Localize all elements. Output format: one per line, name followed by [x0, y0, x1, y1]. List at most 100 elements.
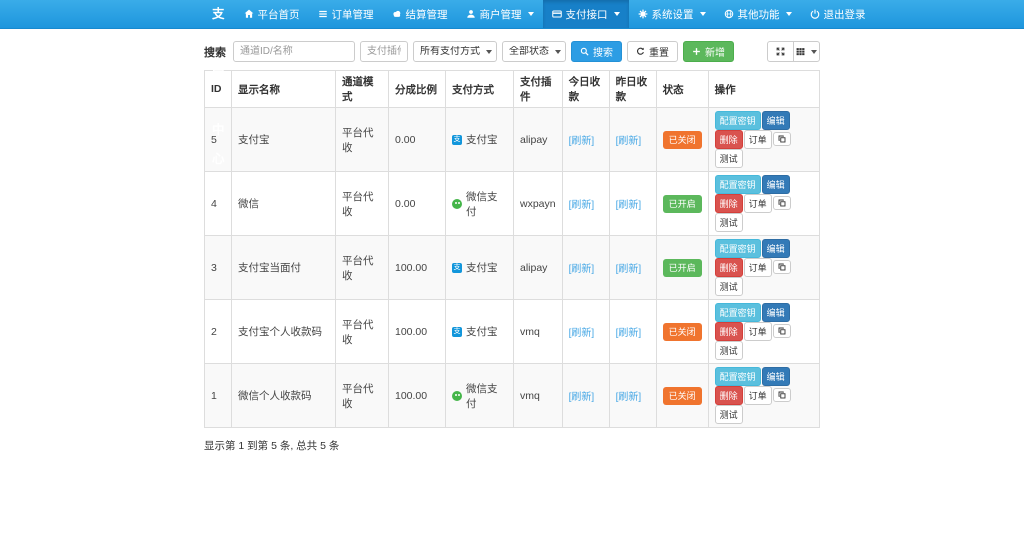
edit-button[interactable]: 编辑 — [761, 367, 790, 386]
copy-icon — [778, 263, 786, 271]
col-header-today: 今日收款 — [561, 70, 610, 108]
yesterday-refresh-link[interactable]: [刷新] — [616, 264, 642, 275]
copy-button[interactable] — [772, 132, 791, 146]
alipay-icon: 支 — [452, 262, 462, 273]
plugin-search-input[interactable] — [360, 41, 408, 62]
copy-icon — [778, 135, 786, 143]
nav-item-platform-home[interactable]: 平台首页 — [235, 0, 309, 28]
fullscreen-button[interactable] — [767, 41, 794, 62]
status-badge[interactable]: 已关闭 — [662, 322, 702, 341]
status-badge[interactable]: 已关闭 — [662, 130, 702, 149]
fullscreen-icon — [776, 47, 785, 56]
table-tools — [767, 41, 820, 62]
table-row: 5 支付宝 平台代收 0.00 支支付宝 alipay [刷新] [刷新] 已关… — [204, 107, 821, 172]
test-button[interactable]: 测试 — [714, 277, 743, 296]
search-label: 搜索 — [204, 46, 226, 59]
copy-button[interactable] — [772, 324, 791, 338]
table-row: 1 微信个人收款码 平台代收 100.00 微信支付 vmq [刷新] [刷新]… — [204, 363, 821, 428]
nav-item-payment-interface[interactable]: 支付接口 — [542, 0, 629, 28]
pagination-summary: 显示第 1 到第 5 条, 总共 5 条 — [204, 440, 340, 452]
search-icon — [580, 47, 589, 56]
chevron-down-icon — [699, 12, 706, 16]
edit-button[interactable]: 编辑 — [761, 303, 790, 322]
status-select[interactable]: 全部状态 — [502, 41, 566, 62]
col-header-yesterday: 昨日收款 — [608, 70, 657, 108]
nav-item-merchant-management[interactable]: 商户管理 — [457, 0, 543, 28]
chevron-down-icon — [613, 12, 620, 16]
app-title[interactable]: 支付管理中心 — [202, 0, 235, 166]
today-refresh-link[interactable]: [刷新] — [569, 328, 595, 339]
top-navbar: 支付管理中心 平台首页 订单管理 结算管理 商户管理 支付接口 系统设置 其他功… — [0, 0, 1024, 166]
col-header-plugin: 支付插件 — [513, 70, 563, 108]
search-button[interactable]: 搜索 — [571, 41, 622, 62]
list-icon — [318, 10, 327, 18]
columns-toggle-button[interactable] — [793, 41, 820, 62]
chevron-down-icon — [811, 49, 817, 54]
test-button[interactable]: 测试 — [714, 213, 743, 232]
credit-card-icon — [551, 10, 562, 18]
today-refresh-link[interactable]: [刷新] — [569, 200, 595, 211]
delete-button[interactable]: 删除 — [714, 322, 743, 341]
alipay-icon: 支 — [452, 326, 462, 337]
edit-button[interactable]: 编辑 — [761, 239, 790, 258]
edit-button[interactable]: 编辑 — [761, 111, 790, 130]
config-key-button[interactable]: 配置密钥 — [714, 367, 761, 386]
yesterday-refresh-link[interactable]: [刷新] — [616, 136, 642, 147]
config-key-button[interactable]: 配置密钥 — [714, 303, 761, 322]
status-badge[interactable]: 已开启 — [662, 258, 702, 277]
nav-item-order-management[interactable]: 订单管理 — [309, 0, 383, 28]
main-content: 搜索 所有支付方式 全部状态 搜索 重置 新增 — [204, 29, 821, 453]
nav-item-settlement-management[interactable]: 结算管理 — [383, 0, 457, 28]
wechat-pay-icon — [452, 198, 462, 209]
delete-button[interactable]: 删除 — [714, 130, 743, 149]
cloud-icon — [392, 10, 400, 17]
test-button[interactable]: 测试 — [714, 149, 743, 168]
col-header-name: 显示名称 — [231, 70, 336, 108]
reset-button[interactable]: 重置 — [627, 41, 678, 62]
grid-columns-icon — [796, 48, 805, 56]
add-button[interactable]: 新增 — [683, 41, 734, 62]
test-button[interactable]: 测试 — [714, 341, 743, 360]
edit-button[interactable]: 编辑 — [761, 175, 790, 194]
today-refresh-link[interactable]: [刷新] — [569, 264, 595, 275]
test-button[interactable]: 测试 — [714, 405, 743, 424]
channel-search-input[interactable] — [233, 41, 355, 62]
yesterday-refresh-link[interactable]: [刷新] — [616, 392, 642, 403]
nav-item-logout[interactable]: 退出登录 — [801, 0, 875, 28]
orders-button[interactable]: 订单 — [743, 194, 772, 213]
yesterday-refresh-link[interactable]: [刷新] — [616, 200, 642, 211]
copy-icon — [778, 391, 786, 399]
wechat-pay-icon — [452, 390, 462, 401]
config-key-button[interactable]: 配置密钥 — [714, 111, 761, 130]
refresh-icon — [636, 47, 644, 55]
user-icon — [466, 10, 475, 18]
delete-button[interactable]: 删除 — [714, 258, 743, 277]
copy-button[interactable] — [772, 196, 791, 210]
copy-button[interactable] — [772, 388, 791, 402]
pay-method-select[interactable]: 所有支付方式 — [413, 41, 497, 62]
col-header-actions: 操作 — [707, 70, 821, 108]
home-icon — [244, 9, 253, 18]
config-key-button[interactable]: 配置密钥 — [714, 175, 761, 194]
today-refresh-link[interactable]: [刷新] — [569, 136, 595, 147]
main-menu: 平台首页 订单管理 结算管理 商户管理 支付接口 系统设置 其他功能 退出登录 — [235, 0, 875, 28]
orders-button[interactable]: 订单 — [743, 130, 772, 149]
status-badge[interactable]: 已开启 — [662, 194, 702, 213]
orders-button[interactable]: 订单 — [743, 322, 772, 341]
alipay-icon: 支 — [452, 134, 462, 145]
table-row: 4 微信 平台代收 0.00 微信支付 wxpayn [刷新] [刷新] 已开启… — [204, 171, 821, 236]
delete-button[interactable]: 删除 — [714, 386, 743, 405]
today-refresh-link[interactable]: [刷新] — [569, 392, 595, 403]
col-header-mode: 通道模式 — [335, 70, 389, 108]
nav-item-other-functions[interactable]: 其他功能 — [715, 0, 801, 28]
orders-button[interactable]: 订单 — [743, 258, 772, 277]
status-badge[interactable]: 已关闭 — [662, 386, 702, 405]
orders-button[interactable]: 订单 — [743, 386, 772, 405]
config-key-button[interactable]: 配置密钥 — [714, 239, 761, 258]
table-row: 2 支付宝个人收款码 平台代收 100.00 支支付宝 vmq [刷新] [刷新… — [204, 299, 821, 364]
col-header-status: 状态 — [655, 70, 709, 108]
copy-button[interactable] — [772, 260, 791, 274]
delete-button[interactable]: 删除 — [714, 194, 743, 213]
nav-item-system-settings[interactable]: 系统设置 — [629, 0, 715, 28]
yesterday-refresh-link[interactable]: [刷新] — [616, 328, 642, 339]
